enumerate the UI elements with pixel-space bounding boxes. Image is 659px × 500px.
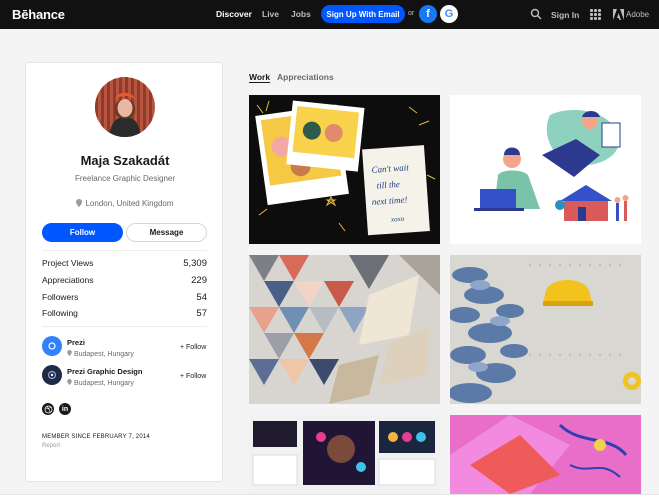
apps-grid-icon[interactable] — [590, 9, 601, 20]
report-link[interactable]: Report — [42, 443, 60, 449]
location-pin-icon — [67, 379, 72, 385]
team-follow-button[interactable]: + Follow — [180, 373, 206, 380]
project-tile-paper-triangles[interactable] — [249, 255, 440, 404]
facebook-login-button[interactable]: f — [419, 5, 437, 23]
team-location: Budapest, Hungary — [67, 379, 134, 387]
team-follow-button[interactable]: + Follow — [180, 344, 206, 351]
stat-value: 57 — [196, 308, 207, 319]
tab-work[interactable]: Work — [249, 72, 270, 82]
follow-button[interactable]: Follow — [42, 223, 123, 242]
profile-name: Maja Szakadát — [80, 153, 170, 168]
google-login-button[interactable]: G — [440, 5, 458, 23]
svg-text:xoxo: xoxo — [390, 215, 405, 224]
stat-label: Appreciations — [42, 275, 94, 285]
stat-appreciations: Appreciations 229 — [42, 275, 207, 286]
nav-discover[interactable]: Discover — [216, 9, 252, 19]
location-text: London, United Kingdom — [85, 199, 174, 208]
profile-card: Maja Szakadát Freelance Graphic Designer… — [25, 62, 223, 482]
project-tile-friends-polaroid[interactable]: Can't wait till the next time! xoxo — [249, 95, 440, 244]
stat-label: Followers — [42, 292, 79, 302]
location-pin-icon — [67, 350, 72, 356]
team-location-text: Budapest, Hungary — [73, 351, 134, 358]
stat-following[interactable]: Following 57 — [42, 308, 207, 319]
or-label: or — [408, 10, 415, 17]
project-tile-blue-plants[interactable] — [450, 255, 641, 404]
stat-label: Following — [42, 308, 78, 318]
team-location-text: Budapest, Hungary — [73, 380, 134, 387]
avatar — [95, 77, 155, 137]
message-button[interactable]: Message — [126, 223, 207, 242]
nav-jobs[interactable]: Jobs — [291, 9, 311, 19]
stat-value: 229 — [191, 275, 207, 286]
divider — [42, 250, 207, 251]
svg-text:till the: till the — [376, 179, 400, 191]
stat-followers[interactable]: Followers 54 — [42, 292, 207, 303]
linkedin-icon[interactable]: in — [59, 403, 71, 415]
location-pin-icon — [76, 199, 83, 207]
footer-bar — [0, 494, 659, 500]
nav-live[interactable]: Live — [262, 9, 279, 19]
profile-location: London, United Kingdom — [26, 199, 224, 208]
stat-value: 5,309 — [183, 258, 207, 269]
stat-value: 54 — [196, 292, 207, 303]
stat-project-views: Project Views 5,309 — [42, 258, 207, 269]
divider — [42, 326, 207, 327]
team-name[interactable]: Prezi — [67, 338, 85, 347]
search-icon[interactable] — [530, 8, 542, 20]
stat-label: Project Views — [42, 258, 94, 268]
signin-link[interactable]: Sign In — [551, 10, 579, 20]
prezi-graphic-design-team-logo[interactable] — [42, 365, 62, 385]
adobe-icon — [613, 9, 624, 20]
project-tile-presentation-screens[interactable] — [249, 415, 440, 494]
team-location: Budapest, Hungary — [67, 350, 134, 358]
top-navigation-bar: Bēhance Discover Live Jobs Sign Up With … — [0, 0, 659, 29]
profile-role: Freelance Graphic Designer — [74, 174, 176, 183]
tab-appreciations[interactable]: Appreciations — [277, 72, 334, 82]
behance-logo[interactable]: Bēhance — [12, 7, 65, 22]
adobe-link[interactable]: Adobe — [626, 10, 649, 19]
prezi-team-logo[interactable] — [42, 336, 62, 356]
project-tile-remote-work[interactable] — [450, 95, 641, 244]
member-since: MEMBER SINCE FEBRUARY 7, 2014 — [42, 434, 150, 440]
dribbble-icon[interactable] — [42, 403, 54, 415]
team-name[interactable]: Prezi Graphic Design — [67, 367, 142, 376]
project-tile-pink-illustration[interactable] — [450, 415, 641, 494]
signup-email-button[interactable]: Sign Up With Email — [321, 5, 405, 23]
